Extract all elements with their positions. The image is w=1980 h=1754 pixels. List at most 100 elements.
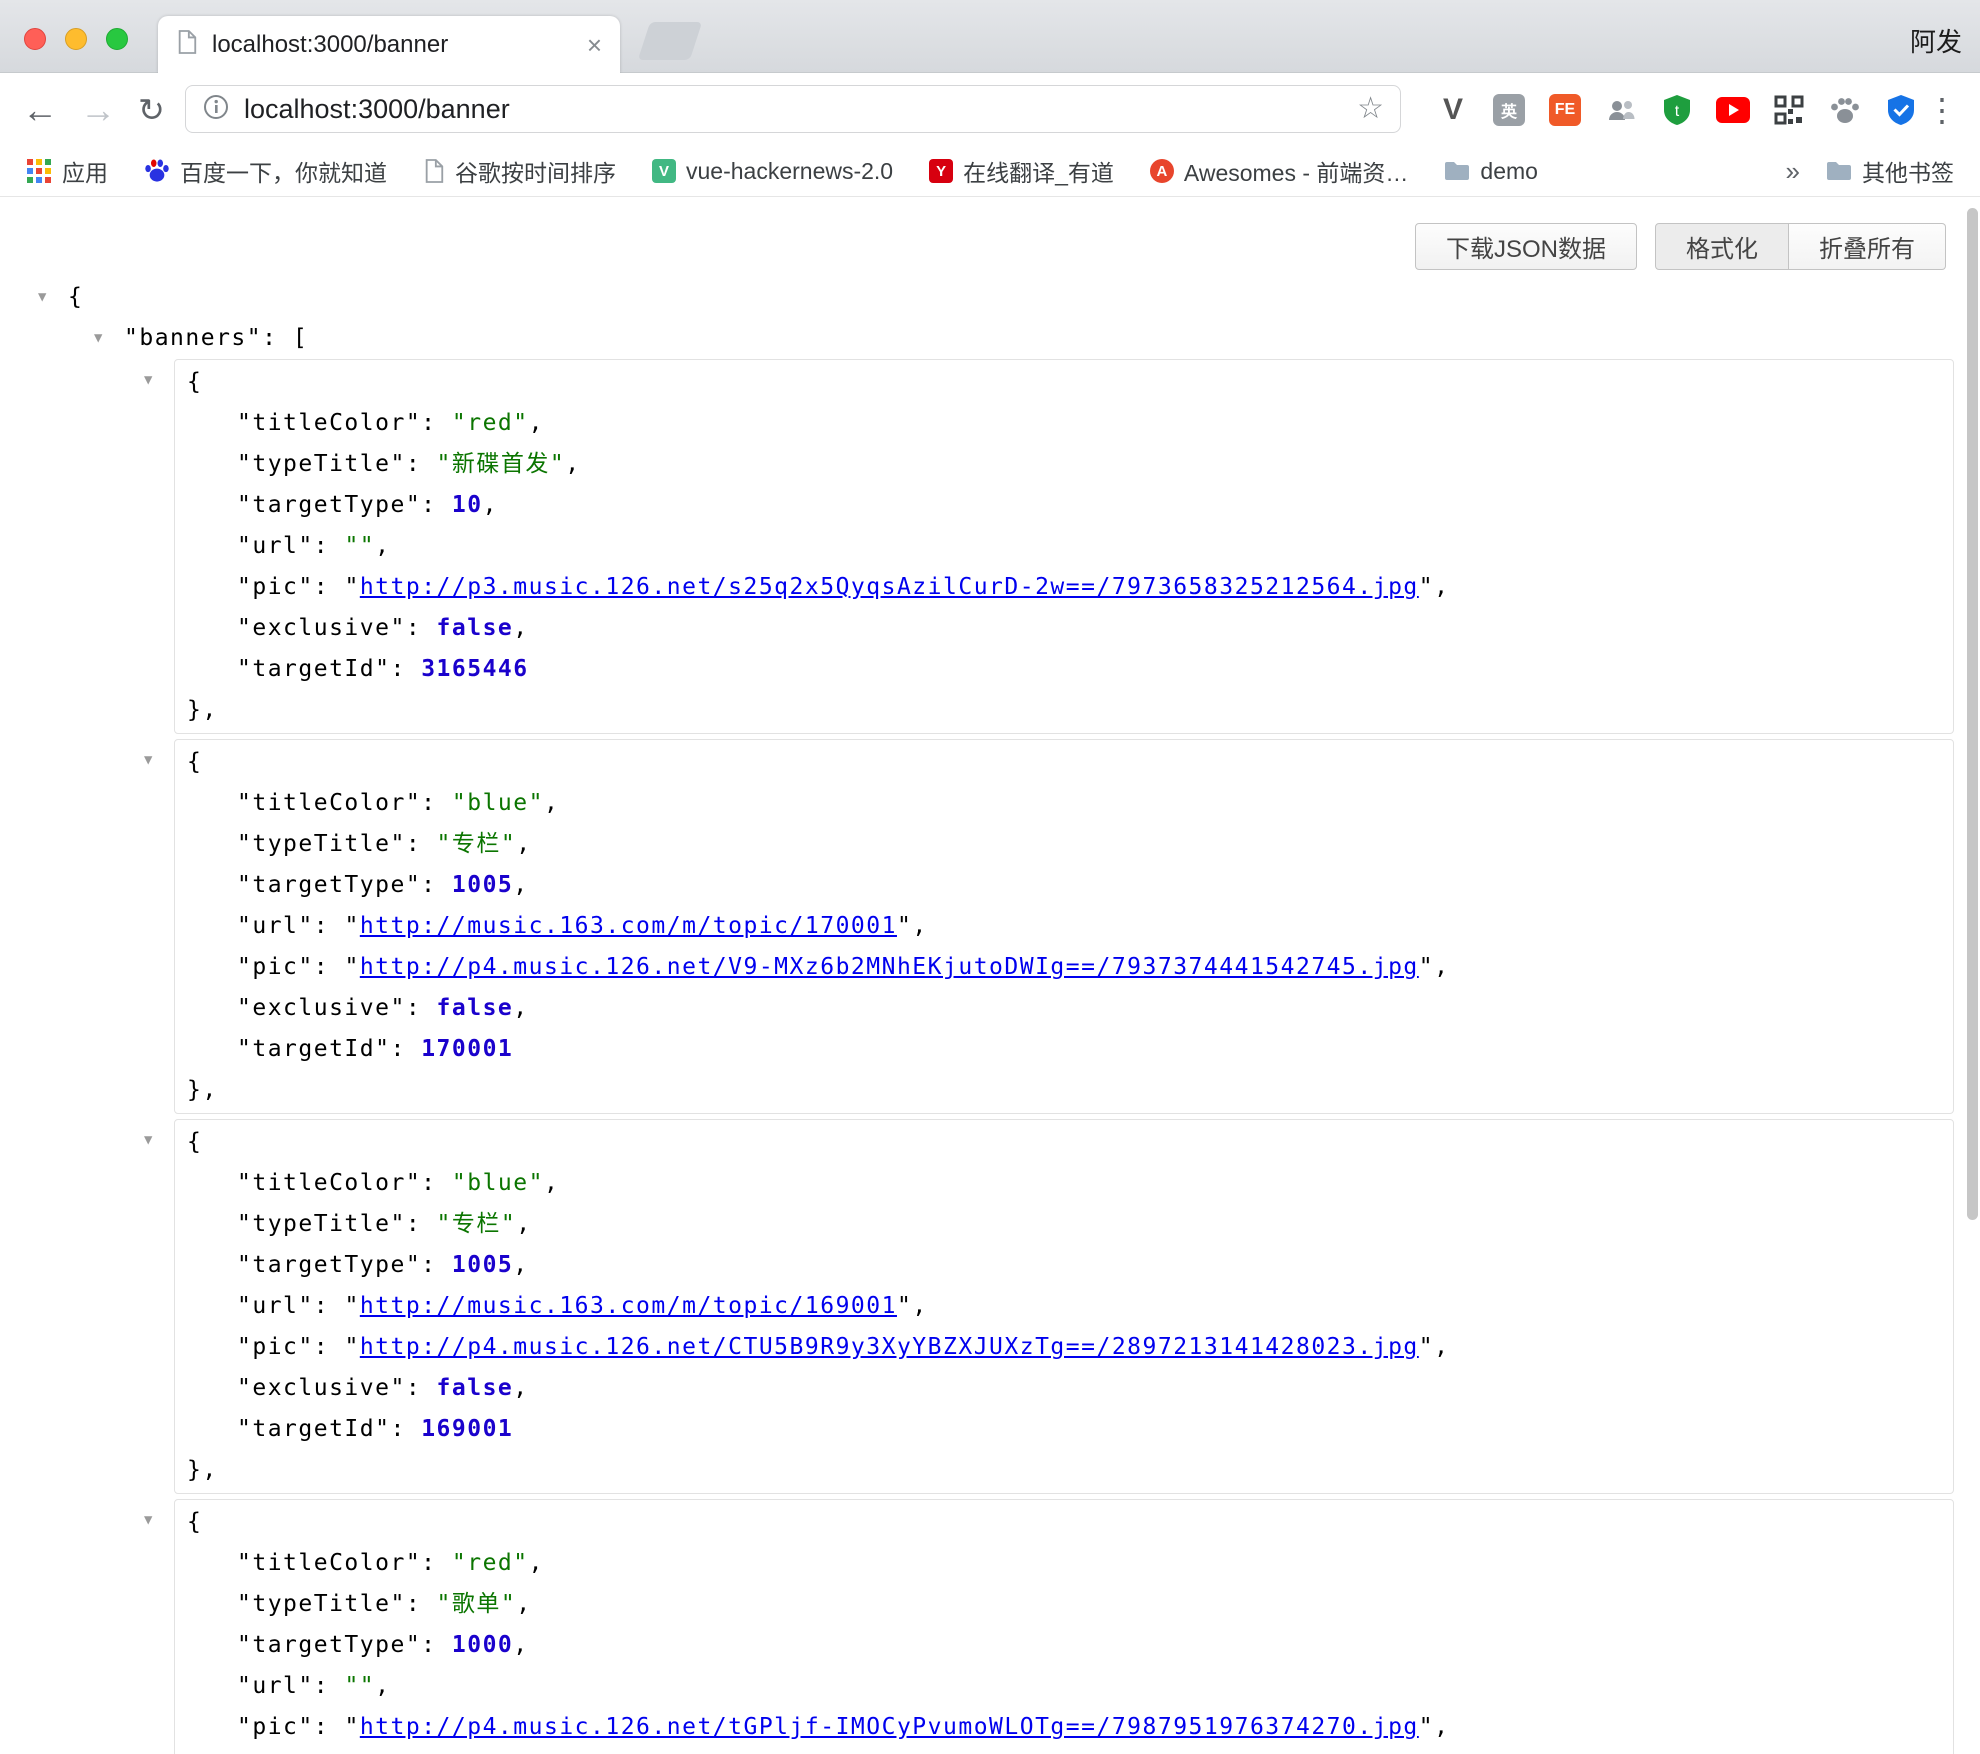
view-mode-segment: 格式化 折叠所有 — [1655, 223, 1946, 270]
url-text[interactable]: localhost:3000/banner — [244, 94, 1357, 125]
json-array-open: ▼"banners": [ — [94, 318, 1954, 359]
shield-check-icon[interactable] — [1884, 93, 1918, 127]
json-property: "targetId": 170001 — [175, 1029, 1953, 1070]
bookmark-item[interactable]: 应用 — [26, 154, 108, 188]
contacts-icon[interactable] — [1604, 93, 1638, 127]
json-link[interactable]: http://p3.music.126.net/s25q2x5QyqsAzilC… — [360, 574, 1419, 600]
json-key: "targetId" — [237, 1036, 390, 1062]
browser-tab[interactable]: localhost:3000/banner × — [158, 16, 620, 73]
bookmark-item[interactable]: AAwesomes - 前端资… — [1150, 154, 1409, 188]
json-link[interactable]: http://music.163.com/m/topic/169001 — [360, 1293, 897, 1319]
bookmark-star-icon[interactable]: ☆ — [1357, 94, 1384, 124]
json-property: "targetType": 1005, — [175, 1245, 1953, 1286]
collapse-toggle-icon[interactable]: ▼ — [144, 1512, 152, 1528]
json-object-close: }, — [175, 690, 1953, 731]
json-property: "typeTitle": "专栏", — [175, 1204, 1953, 1245]
address-bar[interactable]: localhost:3000/banner ☆ — [185, 85, 1401, 133]
json-properties: "titleColor": "blue","typeTitle": "专栏","… — [175, 1163, 1953, 1450]
youdao-dict-icon[interactable]: 英 — [1492, 93, 1526, 127]
bookmark-item[interactable]: Y在线翻译_有道 — [929, 154, 1114, 188]
json-value-number: 10 — [452, 492, 483, 518]
json-value-string: "red" — [452, 1550, 529, 1576]
json-link[interactable]: http://p4.music.126.net/V9-MXz6b2MNhEKju… — [360, 954, 1419, 980]
bookmark-item[interactable]: 百度一下，你就知道 — [144, 154, 387, 188]
other-bookmarks-label: 其他书签 — [1862, 154, 1954, 188]
youtube-icon[interactable] — [1716, 93, 1750, 127]
json-key: "titleColor" — [237, 1170, 421, 1196]
browser-menu-icon[interactable]: ⋮ — [1926, 91, 1958, 129]
json-object-close: }, — [175, 1450, 1953, 1491]
json-object-close: }, — [175, 1070, 1953, 1111]
collapse-toggle-icon[interactable]: ▼ — [144, 372, 152, 388]
tab-close-icon[interactable]: × — [587, 32, 602, 58]
collapse-toggle-icon[interactable]: ▼ — [38, 277, 68, 318]
json-property: "titleColor": "red", — [175, 1543, 1953, 1584]
json-key: "targetId" — [237, 656, 390, 682]
json-object: ▼{"titleColor": "red","typeTitle": "歌单",… — [174, 1499, 1954, 1754]
json-link[interactable]: http://p4.music.126.net/CTU5B9R9y3XyYBZX… — [360, 1334, 1419, 1360]
fullscreen-window-button[interactable] — [106, 28, 128, 50]
json-object-open: { — [175, 362, 1953, 403]
json-object-box: {"titleColor": "red","typeTitle": "歌单","… — [174, 1499, 1954, 1754]
json-value-number: 169001 — [421, 1416, 513, 1442]
json-link[interactable]: http://music.163.com/m/topic/170001 — [360, 913, 897, 939]
bookmark-item[interactable]: demo — [1444, 158, 1538, 185]
fehelper-icon[interactable]: FE — [1548, 93, 1582, 127]
page-info-icon[interactable] — [202, 93, 230, 126]
json-toolbar: 下载JSON数据 格式化 折叠所有 — [1415, 223, 1946, 270]
json-key: "targetType" — [237, 1252, 421, 1278]
folder-icon — [1826, 160, 1852, 182]
json-key: "url" — [237, 913, 314, 939]
json-key: "url" — [237, 1293, 314, 1319]
json-key: "typeTitle" — [237, 451, 406, 477]
json-properties: "titleColor": "red","typeTitle": "歌单","t… — [175, 1543, 1953, 1754]
collapse-all-button[interactable]: 折叠所有 — [1789, 223, 1946, 270]
profile-name[interactable]: 阿发 — [1910, 22, 1962, 59]
json-key: "titleColor" — [237, 410, 421, 436]
json-key: "pic" — [237, 574, 314, 600]
json-key: "targetType" — [237, 872, 421, 898]
bookmark-label: 在线翻译_有道 — [963, 154, 1114, 188]
json-property: "pic": "http://p3.music.126.net/s25q2x5Q… — [175, 567, 1953, 608]
new-tab-button[interactable] — [638, 22, 702, 60]
json-tree: ▼{▼"banners": [▼{"titleColor": "red","ty… — [38, 277, 1954, 1754]
bookmark-item[interactable]: Vvue-hackernews-2.0 — [652, 158, 893, 185]
awesomes-icon: A — [1150, 159, 1174, 183]
page-icon — [423, 158, 445, 184]
bookmarks-overflow-chevron[interactable]: » — [1786, 156, 1800, 187]
json-property: "url": "http://music.163.com/m/topic/170… — [175, 906, 1953, 947]
download-json-button[interactable]: 下载JSON数据 — [1415, 223, 1637, 270]
guard-icon[interactable]: t — [1660, 93, 1694, 127]
json-key: "pic" — [237, 1714, 314, 1740]
collapse-toggle-icon[interactable]: ▼ — [144, 752, 152, 768]
json-value-number: 170001 — [421, 1036, 513, 1062]
bookmark-label: vue-hackernews-2.0 — [686, 158, 893, 185]
close-window-button[interactable] — [24, 28, 46, 50]
json-value-number: 1005 — [452, 1252, 513, 1278]
minimize-window-button[interactable] — [65, 28, 87, 50]
json-object-box: {"titleColor": "red","typeTitle": "新碟首发"… — [174, 359, 1954, 734]
json-object: ▼{"titleColor": "red","typeTitle": "新碟首发… — [174, 359, 1954, 734]
json-key: "url" — [237, 1673, 314, 1699]
vimium-icon[interactable]: V — [1436, 93, 1470, 127]
format-button[interactable]: 格式化 — [1655, 223, 1789, 270]
reload-button[interactable]: ↻ — [138, 94, 165, 126]
json-link[interactable]: http://p4.music.126.net/tGPljf-IMOCyPvum… — [360, 1714, 1419, 1740]
browser-toolbar: ← → ↻ localhost:3000/banner ☆ V英 FE t ⋮ — [0, 73, 1980, 146]
back-button[interactable]: ← — [22, 92, 58, 128]
bookmarks-bar: 应用 百度一下，你就知道 谷歌按时间排序 Vvue-hackernews-2.0 Y在线… — [0, 146, 1980, 197]
json-property: "exclusive": false, — [175, 1368, 1953, 1409]
collapse-toggle-icon[interactable]: ▼ — [94, 318, 124, 359]
collapse-toggle-icon[interactable]: ▼ — [144, 1132, 152, 1148]
scrollbar-thumb[interactable] — [1967, 208, 1978, 1220]
bookmark-item[interactable]: 谷歌按时间排序 — [423, 154, 616, 188]
paw-icon[interactable] — [1828, 93, 1862, 127]
page-scrollbar[interactable] — [1964, 197, 1980, 1754]
other-bookmarks-folder[interactable]: 其他书签 — [1826, 154, 1954, 188]
qrcode-icon[interactable] — [1772, 93, 1806, 127]
bookmark-label: 谷歌按时间排序 — [455, 154, 616, 188]
json-key: "typeTitle" — [237, 1591, 406, 1617]
forward-button[interactable]: → — [80, 92, 116, 128]
json-object: ▼{"titleColor": "blue","typeTitle": "专栏"… — [174, 739, 1954, 1114]
json-root-open: ▼{ — [38, 277, 1954, 318]
